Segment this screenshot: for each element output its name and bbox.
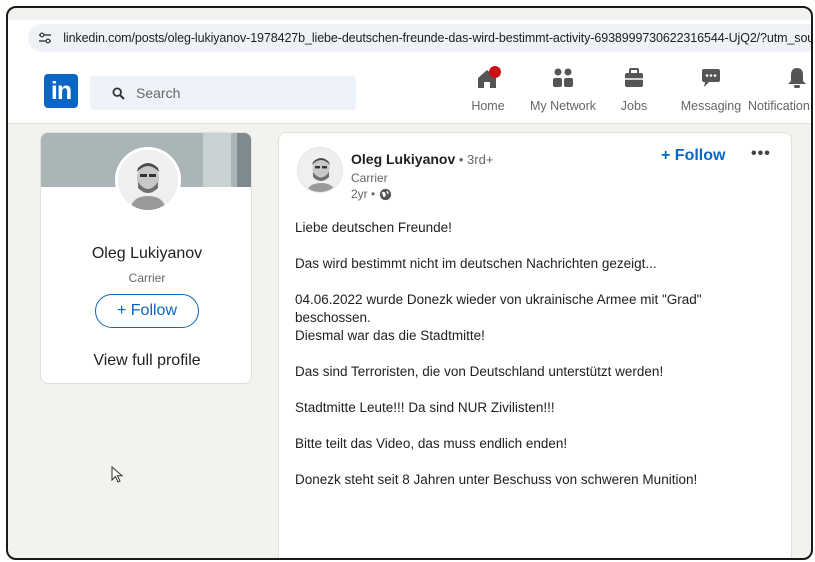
author-avatar[interactable] <box>297 147 343 193</box>
mouse-cursor-icon <box>111 466 123 483</box>
nav-home[interactable]: Home <box>468 64 508 120</box>
connection-degree: • 3rd+ <box>455 152 494 167</box>
search-box[interactable]: Search <box>90 76 356 110</box>
nav-my-network-label: My Network <box>530 99 596 113</box>
more-options-icon[interactable]: ••• <box>751 145 771 163</box>
author-title: Carrier <box>351 171 388 185</box>
nav-notifications-label: Notification <box>748 99 810 113</box>
briefcase-icon <box>619 64 649 92</box>
profile-cover-accent <box>203 133 231 187</box>
site-settings-icon[interactable] <box>32 25 57 51</box>
profile-name[interactable]: Oleg Lukiyanov <box>41 245 251 263</box>
address-bar[interactable]: linkedin.com/posts/oleg-lukiyanov-197842… <box>8 20 811 54</box>
browser-window: linkedin.com/posts/oleg-lukiyanov-197842… <box>6 6 813 560</box>
post-paragraph: Das wird bestimmt nicht im deutschen Nac… <box>295 256 657 271</box>
post-card: Oleg Lukiyanov • 3rd+ Carrier 2yr • + Fo… <box>278 132 792 558</box>
url-text[interactable]: linkedin.com/posts/oleg-lukiyanov-197842… <box>63 31 811 45</box>
linkedin-navbar: in Search Home My Network Jobs Messaging… <box>8 54 811 124</box>
post-paragraph: Bitte teilt das Video, das muss endlich … <box>295 436 568 451</box>
search-input[interactable]: Search <box>136 85 180 101</box>
nav-messaging[interactable]: Messaging <box>678 64 744 120</box>
nav-home-label: Home <box>471 99 505 113</box>
nav-messaging-label: Messaging <box>680 99 742 113</box>
chat-icon <box>696 64 726 92</box>
profile-card: Oleg Lukiyanov Carrier + Follow View ful… <box>40 132 252 384</box>
author-name[interactable]: Oleg Lukiyanov <box>351 151 455 167</box>
post-paragraph: Diesmal war das die Stadtmitte! <box>295 328 485 343</box>
post-paragraph: Donezk steht seit 8 Jahren unter Beschus… <box>295 472 698 487</box>
post-follow-button[interactable]: + Follow <box>661 147 725 165</box>
profile-avatar[interactable] <box>115 147 181 213</box>
bell-icon <box>782 64 811 92</box>
people-icon <box>548 64 578 92</box>
post-paragraph: Liebe deutschen Freunde! <box>295 220 452 235</box>
post-paragraph: Das sind Terroristen, die von Deutschlan… <box>295 364 664 379</box>
post-text: Liebe deutschen Freunde! Das wird bestim… <box>295 219 781 489</box>
author-line: Oleg Lukiyanov • 3rd+ <box>351 151 493 167</box>
post-time-text: 2yr • <box>351 187 376 201</box>
globe-icon <box>380 188 392 200</box>
profile-title: Carrier <box>128 271 166 285</box>
view-full-profile-link[interactable]: View full profile <box>41 352 251 370</box>
post-timestamp: 2yr • <box>351 187 392 201</box>
nav-notifications[interactable]: Notification <box>748 64 811 120</box>
nav-my-network[interactable]: My Network <box>526 64 600 120</box>
profile-follow-button[interactable]: + Follow <box>95 294 199 328</box>
home-icon <box>473 64 503 92</box>
nav-jobs[interactable]: Jobs <box>614 64 654 120</box>
linkedin-logo[interactable]: in <box>44 74 78 108</box>
profile-cover-accent-dark <box>237 133 251 187</box>
post-paragraph: Stadtmitte Leute!!! Da sind NUR Zivilist… <box>295 400 555 415</box>
search-icon <box>112 86 126 100</box>
nav-jobs-label: Jobs <box>620 99 648 113</box>
address-pill[interactable]: linkedin.com/posts/oleg-lukiyanov-197842… <box>28 24 811 52</box>
post-paragraph: 04.06.2022 wurde Donezk wieder von ukrai… <box>295 292 702 325</box>
